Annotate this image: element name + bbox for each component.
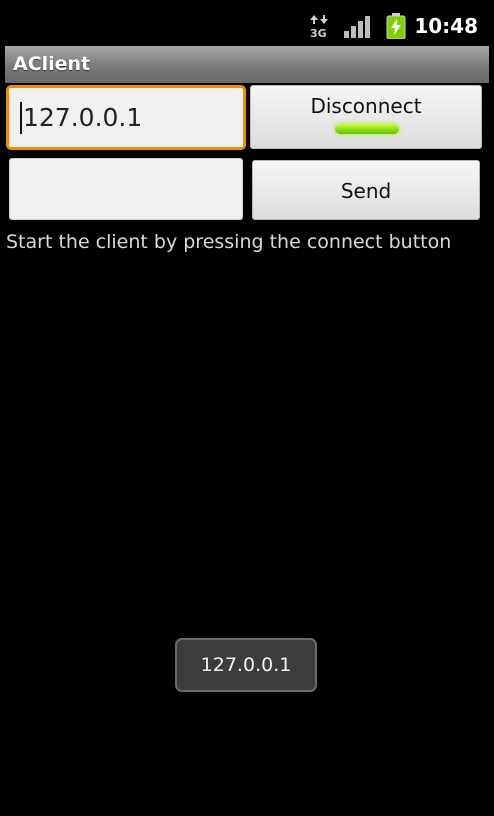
- ip-address-input[interactable]: [6, 85, 246, 150]
- title-bar: AClient: [5, 46, 489, 83]
- status-bar: 3G 10:48: [0, 0, 494, 44]
- message-input[interactable]: [9, 158, 243, 220]
- connection-indicator-light: [335, 124, 399, 134]
- text-cursor: [20, 102, 22, 134]
- battery-charging-icon: [386, 13, 406, 39]
- clock: 10:48: [414, 14, 478, 38]
- network-3g-icon: 3G: [310, 15, 328, 39]
- signal-icon: [344, 16, 370, 38]
- disconnect-button[interactable]: Disconnect: [250, 85, 482, 149]
- status-message: Start the client by pressing the connect…: [6, 231, 452, 253]
- svg-text:3G: 3G: [310, 27, 327, 39]
- toast-message: 127.0.0.1: [175, 638, 317, 692]
- send-button-label: Send: [340, 179, 392, 203]
- app-title: AClient: [13, 53, 91, 75]
- send-button[interactable]: Send: [252, 160, 480, 220]
- toast-text: 127.0.0.1: [200, 654, 292, 676]
- disconnect-button-label: Disconnect: [310, 94, 422, 118]
